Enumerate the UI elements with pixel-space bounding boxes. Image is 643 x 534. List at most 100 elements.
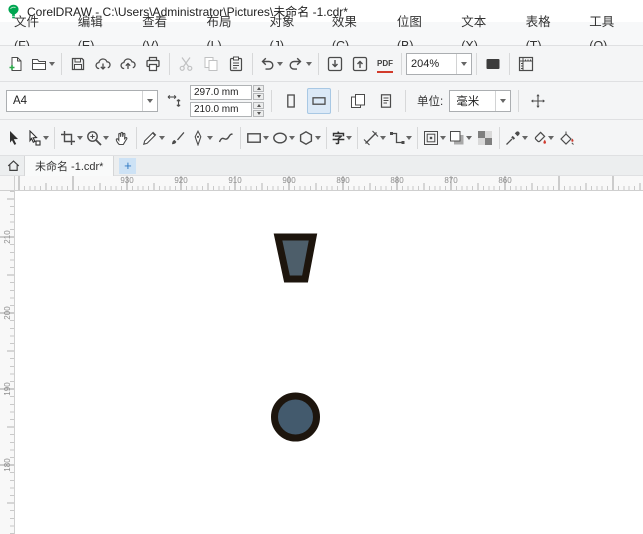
chevron-down-icon: [147, 98, 153, 103]
document-tab[interactable]: 未命名 -1.cdr*: [24, 155, 115, 176]
polygon-icon: [298, 130, 314, 146]
fullscreen-icon: [485, 56, 501, 72]
drawing-canvas[interactable]: [15, 191, 643, 534]
cloud-up-icon: [120, 56, 136, 72]
page-dimensions-fields: [190, 84, 264, 117]
export-button[interactable]: [348, 51, 372, 77]
separator: [326, 126, 327, 149]
units-select[interactable]: 毫米: [449, 89, 512, 112]
artistic-media-tool[interactable]: [167, 125, 188, 151]
separator: [318, 52, 319, 75]
crop-icon: [60, 130, 76, 146]
flyout-caret-icon: [306, 61, 312, 66]
rulers-icon: [518, 56, 534, 72]
units-dropdown-button[interactable]: [495, 90, 510, 111]
ruler-label: 860: [498, 176, 512, 185]
contour-tool[interactable]: [422, 125, 447, 151]
pdf-red-mark: [377, 70, 393, 73]
print-icon: [145, 56, 161, 72]
smart-fill-icon: [559, 130, 575, 146]
crop-tool[interactable]: [59, 125, 84, 151]
smart-fill-tool[interactable]: [556, 125, 577, 151]
new-doc-icon: [8, 56, 24, 72]
separator: [61, 52, 62, 75]
new-tab-button[interactable]: +: [119, 157, 137, 174]
all-pages-button[interactable]: [346, 88, 370, 114]
dimension-tool[interactable]: [362, 125, 387, 151]
open-from-cloud-button[interactable]: [91, 51, 115, 77]
separator: [401, 52, 402, 75]
page-dimensions-icon: [162, 88, 186, 114]
show-rulers-button[interactable]: [514, 51, 538, 77]
spin-down-icon[interactable]: [253, 109, 264, 117]
fullscreen-preview-button[interactable]: [481, 51, 505, 77]
connector-tool[interactable]: [388, 125, 413, 151]
save-button[interactable]: [66, 51, 90, 77]
rectangle-tool[interactable]: [245, 125, 270, 151]
ruler-origin-button[interactable]: [0, 176, 15, 191]
flyout-caret-icon: [380, 135, 387, 140]
page-height-input[interactable]: [190, 101, 252, 117]
redo-button[interactable]: [286, 51, 314, 77]
paste-button[interactable]: [224, 51, 248, 77]
zoom-level-input[interactable]: [407, 57, 456, 70]
spin-up-icon[interactable]: [253, 101, 264, 109]
horizontal-ruler[interactable]: 930 920 910 900 890 880 870 860: [15, 176, 643, 191]
landscape-button[interactable]: [307, 87, 331, 114]
standard-toolbar: PDF: [0, 46, 643, 82]
nudge-distance-icon: [526, 88, 550, 114]
flyout-caret-icon: [289, 135, 295, 140]
freehand-tool[interactable]: [141, 125, 166, 151]
save-to-cloud-button[interactable]: [116, 51, 140, 77]
spin-up-icon[interactable]: [253, 84, 264, 92]
separator: [357, 126, 359, 149]
portrait-button[interactable]: [279, 88, 303, 114]
polygon-tool[interactable]: [297, 125, 322, 151]
cut-icon: [178, 56, 194, 72]
page-size-dropdown-button[interactable]: [142, 90, 157, 111]
zoom-tool[interactable]: [85, 125, 110, 151]
color-eyedropper-tool[interactable]: [504, 125, 529, 151]
open-button[interactable]: [29, 51, 57, 77]
page-width-spinner[interactable]: [253, 84, 264, 100]
document-tab-bar: 未命名 -1.cdr* +: [0, 155, 643, 176]
spin-down-icon[interactable]: [253, 92, 264, 100]
flyout-caret-icon: [43, 135, 49, 140]
pencil-icon: [142, 130, 158, 146]
menu-bar: 文件(F)编辑(E)查看(V)布局(L)对象(J)效果(C)位图(B)文本(X)…: [0, 15, 643, 53]
undo-button[interactable]: [257, 51, 285, 77]
canvas-artwork: [271, 233, 320, 442]
interactive-fill-tool[interactable]: [530, 125, 555, 151]
pen-tool[interactable]: [189, 125, 214, 151]
page-size-select[interactable]: A4: [6, 89, 158, 112]
cut-button[interactable]: [174, 51, 198, 77]
vertical-ruler[interactable]: 210 200 190 180: [0, 191, 15, 534]
zoom-level-combo[interactable]: [406, 52, 472, 75]
ruler-label: 890: [336, 176, 350, 185]
current-page-button[interactable]: [374, 88, 398, 114]
flyout-caret-icon: [159, 135, 165, 140]
transparency-tool[interactable]: [474, 125, 495, 151]
zoom-dropdown-button[interactable]: [456, 53, 471, 74]
ruler-label: 880: [390, 176, 404, 185]
copy-button[interactable]: [199, 51, 223, 77]
publish-pdf-button[interactable]: PDF: [373, 51, 397, 77]
new-document-button[interactable]: [4, 51, 28, 77]
flyout-caret-icon: [466, 135, 473, 140]
text-tool[interactable]: 字: [331, 125, 353, 151]
pan-tool[interactable]: [111, 125, 132, 151]
print-button[interactable]: [141, 51, 165, 77]
welcome-home-button[interactable]: [2, 156, 24, 176]
shape-tool[interactable]: [25, 125, 50, 151]
page-height-spinner[interactable]: [253, 101, 264, 117]
import-button[interactable]: [323, 51, 347, 77]
flyout-caret-icon: [263, 135, 269, 140]
ellipse-tool[interactable]: [271, 125, 296, 151]
pen-icon: [190, 129, 206, 146]
page-width-input[interactable]: [190, 84, 252, 100]
b-spline-tool[interactable]: [215, 125, 236, 151]
drop-shadow-tool[interactable]: [448, 125, 473, 151]
circle-shape[interactable]: [271, 392, 320, 442]
pick-tool[interactable]: [3, 125, 24, 151]
trapezoid-shape[interactable]: [273, 233, 318, 283]
